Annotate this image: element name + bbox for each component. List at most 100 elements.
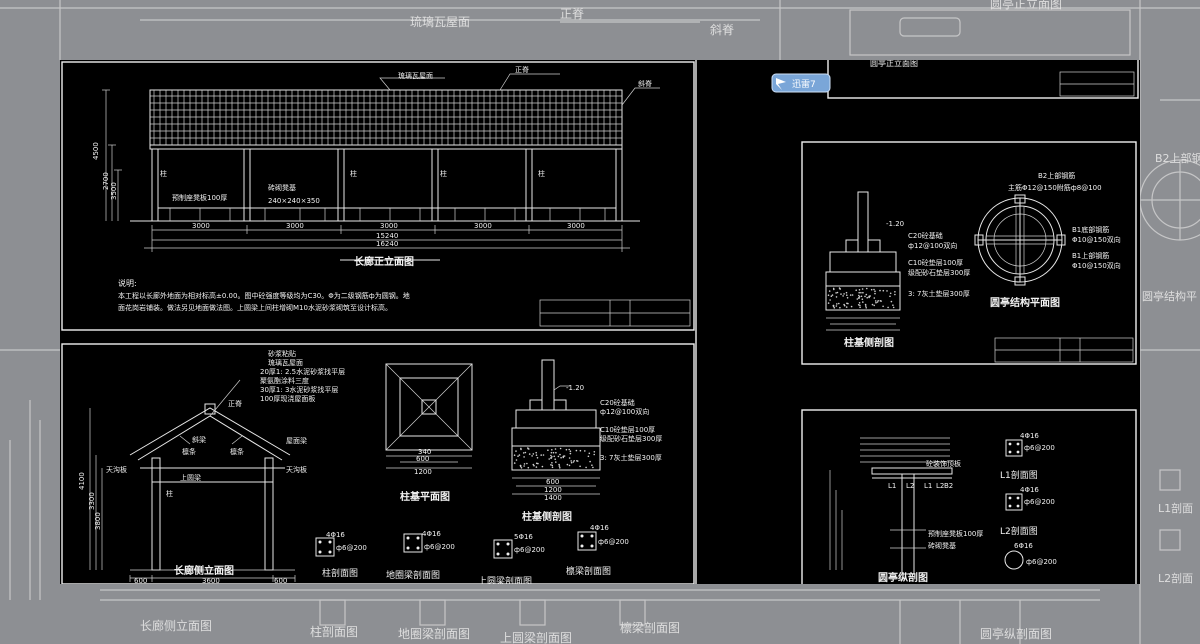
notes-line-1: 本工程以长廊外地面为相对标高±0.00。图中砼强度等级均为C30。Φ为二级钢筋ф… — [118, 291, 410, 300]
right-top-title: 圆亭正立面图 — [870, 60, 918, 68]
elev-ridge-label: 正脊 — [515, 65, 529, 74]
footing-section-drawing — [511, 359, 601, 495]
purlin-beam-top: 4Φ16 — [590, 524, 609, 532]
pav-beam-L1-b: L1 — [924, 482, 932, 490]
pav-footing-label-3: C10砼垫层100厚 — [908, 258, 963, 267]
bg-top-right-title: 圆亭正立面图 — [990, 0, 1062, 11]
cad-canvas[interactable]: 迅雷7 圆亭正立面图 琉璃瓦屋面 正脊 斜脊 柱 柱 柱 柱 预制座凳板100厚… — [60, 60, 1140, 584]
section-layer-1: 砂浆粘贴 — [268, 349, 296, 358]
col-round-top: 6Φ16 — [1014, 542, 1033, 550]
footing-plan-title: 柱基平面图 — [400, 490, 450, 503]
pav-plan-label-6: Φ10@150双向 — [1072, 261, 1121, 270]
elev-column-label-1: 柱 — [160, 169, 167, 178]
cad-drawing-window[interactable]: 迅雷7 圆亭正立面图 琉璃瓦屋面 正脊 斜脊 柱 柱 柱 柱 预制座凳板100厚… — [60, 60, 1140, 584]
ground-beam-stirrup: ф6@200 — [424, 543, 455, 551]
bg-bottom-title-2: 柱剖面图 — [310, 624, 358, 639]
section-layer-5: 30厚1: 3水泥砂浆找平层 — [260, 385, 338, 394]
bg-roof-label: 琉璃瓦屋面 — [410, 15, 470, 29]
col-round-stirrup: ф6@200 — [1026, 558, 1057, 566]
elev-height-2: 2700 — [102, 172, 110, 190]
footing-section-dim-1: 600 — [546, 478, 559, 486]
L2-title: L2剖面图 — [1000, 525, 1038, 537]
section-layer-6: 100厚现浇屋面板 — [260, 394, 315, 403]
elev-total-b: 16240 — [376, 240, 398, 248]
L2-top: 4Φ16 — [1020, 486, 1039, 494]
elev-height-3: 3500 — [110, 182, 118, 200]
section-column-label: 柱 — [166, 489, 173, 498]
pav-beam-L1-a: L1 — [888, 482, 896, 490]
ground-beam-title: 地圈梁剖面图 — [386, 569, 440, 581]
section-eave-beam: 屋面梁 — [286, 436, 307, 445]
footing-section-dim-2: 1200 — [544, 486, 562, 494]
footing-section-title: 柱基侧剖图 — [522, 510, 572, 523]
section-rafter-label: 斜梁 — [192, 435, 206, 444]
elev-span-4: 3000 — [474, 222, 492, 230]
section-title: 长廊侧立面图 — [174, 564, 234, 577]
section-dim-1: 600 — [134, 577, 147, 584]
elev-column-label-3: 柱 — [440, 169, 447, 178]
elev-height-1: 4500 — [92, 142, 100, 160]
xunlei-badge[interactable]: 迅雷7 — [771, 73, 831, 93]
footing-plan-dim-2: 600 — [416, 455, 429, 463]
pav-section-title: 圆亭纵剖图 — [878, 571, 928, 584]
pav-plan-label-1: B2上部钢筋 — [1038, 171, 1075, 180]
L1-title: L1剖面图 — [1000, 469, 1038, 481]
pav-footing-label-5: 3: 7灰土垫层300厚 — [908, 289, 970, 298]
purlin-beam-title: 檩梁剖面图 — [566, 565, 611, 577]
section-eave-label-left: 天沟板 — [106, 465, 127, 474]
footing-section-dim-3: 1400 — [544, 494, 562, 502]
footing-section-label-4: 级配砂石垫层300厚 — [600, 434, 662, 443]
bg-bottom-title-1: 长廊侧立面图 — [140, 618, 212, 633]
elev-rafter-label: 斜脊 — [638, 79, 652, 88]
footing-section-label-1: C20砼基础 — [600, 398, 635, 407]
bg-right-label-2: 圆亭结构平 — [1142, 289, 1197, 303]
elev-span-2: 3000 — [286, 222, 304, 230]
footing-section-label-5: 3: 7灰土垫层300厚 — [600, 453, 662, 462]
badge-label: 迅雷7 — [792, 79, 816, 90]
section-purlin-label-2: 檩条 — [230, 447, 244, 456]
elev-column-label-2: 柱 — [350, 169, 357, 178]
col-section-top: 4Φ16 — [326, 531, 345, 539]
bg-right-label-3: L1剖面 — [1158, 501, 1193, 515]
elev-brick-label: 砖砌凳基 — [268, 183, 296, 192]
section-layer-3: 20厚1: 2.5水泥砂浆找平层 — [260, 367, 345, 376]
footing-section-label-2: ф12@100双向 — [600, 407, 649, 416]
L1-top: 4Φ16 — [1020, 432, 1039, 440]
bg-rafter-label: 斜脊 — [710, 23, 734, 37]
bg-bottom-title-6: 圆亭纵剖面图 — [980, 626, 1052, 641]
footing-plan-dim-3: 1200 — [414, 468, 432, 476]
bg-bottom-title-3: 地圈梁剖面图 — [398, 626, 470, 641]
elev-brick-size: 240×240×350 — [268, 197, 320, 205]
elev-roof-label: 琉璃瓦屋面 — [398, 71, 433, 80]
elev-seat-label: 预制座凳板100厚 — [172, 193, 227, 202]
section-eave-label-right: 天沟板 — [286, 465, 307, 474]
pavilion-plan-drawing — [974, 194, 1066, 286]
section-layer-4: 聚氨酯涂料三度 — [260, 376, 309, 385]
ring-beam-stirrup: ф6@200 — [514, 546, 545, 554]
pavilion-section-drawing — [829, 437, 953, 575]
pav-footing-label-4: 级配砂石垫层300厚 — [908, 268, 970, 277]
pav-footing-label-2: ф12@100双向 — [908, 241, 957, 250]
pavilion-footing-drawing — [825, 191, 901, 331]
col-section-stirrup: ф6@200 — [336, 544, 367, 552]
elevation-title: 长廊正立面图 — [354, 255, 414, 268]
section-purlin-label: 檩条 — [182, 447, 196, 456]
purlin-beam-stirrup: ф6@200 — [598, 538, 629, 546]
bg-ridge-label: 正脊 — [560, 7, 584, 21]
section-layer-2: 琉璃瓦屋面 — [268, 358, 303, 367]
ground-beam-top: 4Φ16 — [422, 530, 441, 538]
ring-beam-top: 5Φ16 — [514, 533, 533, 541]
bg-right-label-1: B2上部钢筋 — [1155, 151, 1200, 165]
pav-beam-B2: B2 — [944, 482, 953, 490]
notes-line-2: 面花岗岩铺装。做法另见地面做法图。上圆梁上间柱增砌M10水泥砂浆砌筑至设计标高。 — [118, 303, 392, 312]
bg-bottom-title-4: 上圆梁剖面图 — [500, 630, 572, 644]
section-ridge-label: 正脊 — [228, 399, 242, 408]
pav-beam-L2-a: L2 — [906, 482, 914, 490]
pav-plan-label-4: Φ10@150双向 — [1072, 235, 1121, 244]
sheet-frames — [61, 60, 1139, 584]
pav-plan-label-2: 主筋Φ12@150附筋ф8@100 — [1008, 183, 1102, 192]
pav-footing-label-1: C20砼基础 — [908, 231, 943, 240]
elev-column-label-4: 柱 — [538, 169, 545, 178]
col-section-title: 柱剖面图 — [322, 567, 358, 579]
pav-plan-label-5: B1上部钢筋 — [1072, 251, 1109, 260]
